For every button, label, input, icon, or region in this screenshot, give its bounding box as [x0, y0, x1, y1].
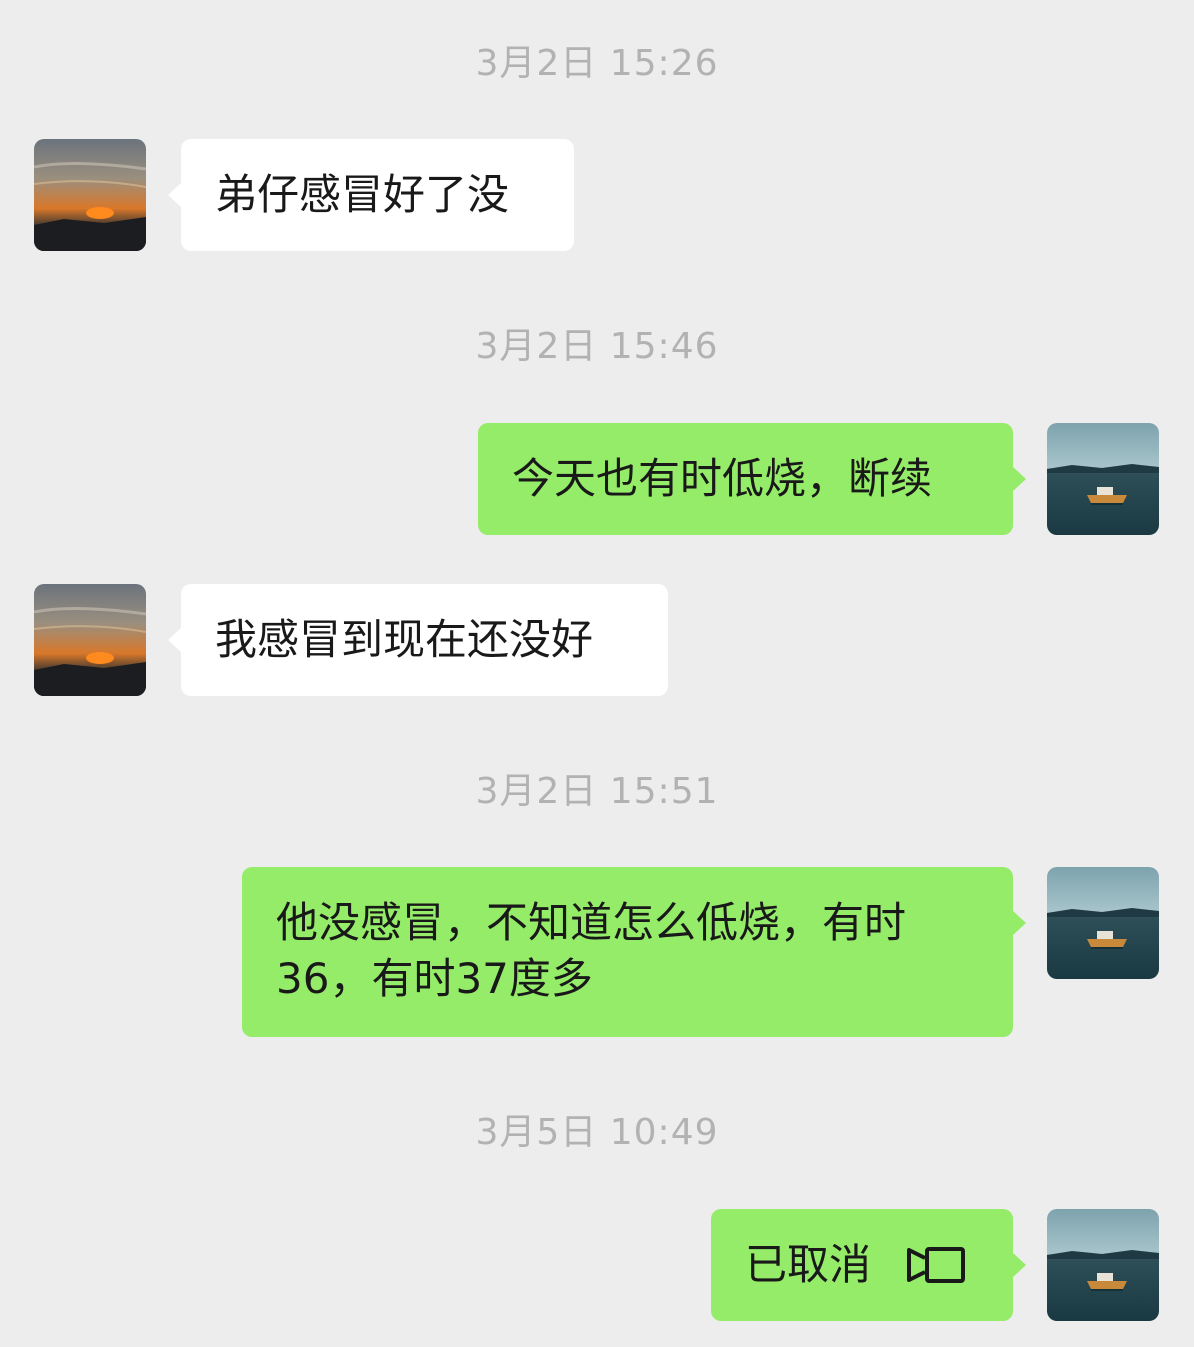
timestamp: 3月2日 15:26	[475, 43, 719, 84]
self-avatar[interactable]	[1047, 867, 1159, 979]
self-avatar[interactable]	[1047, 1209, 1159, 1321]
timestamp: 3月2日 15:51	[475, 771, 719, 812]
boat-on-lake-avatar-icon	[1047, 1209, 1159, 1321]
message-text: 弟仔感冒好了没	[215, 170, 510, 219]
message-bubble-incoming[interactable]: 弟仔感冒好了没	[168, 139, 574, 251]
boat-on-lake-avatar-icon	[1047, 423, 1159, 535]
message-text: 他没感冒，不知道怎么低烧，有时36，有时37度多	[276, 898, 907, 1003]
timestamp: 3月5日 10:49	[475, 1112, 719, 1153]
sunset-avatar-icon	[34, 584, 146, 696]
sunset-avatar-icon	[34, 139, 146, 251]
message-text: 已取消	[745, 1240, 872, 1289]
contact-avatar[interactable]	[34, 139, 146, 251]
message-text: 我感冒到现在还没好	[215, 615, 594, 664]
contact-avatar[interactable]	[34, 584, 146, 696]
boat-on-lake-avatar-icon	[1047, 867, 1159, 979]
video-call-cancelled-bubble[interactable]: 已取消	[711, 1209, 1026, 1321]
timestamp: 3月2日 15:46	[475, 326, 719, 367]
message-bubble-outgoing[interactable]: 今天也有时低烧，断续	[478, 423, 1026, 535]
video-call-icon	[905, 1245, 967, 1285]
message-bubble-outgoing[interactable]: 他没感冒，不知道怎么低烧，有时36，有时37度多	[242, 867, 1026, 1037]
self-avatar[interactable]	[1047, 423, 1159, 535]
message-bubble-incoming[interactable]: 我感冒到现在还没好	[168, 584, 668, 696]
message-text: 今天也有时低烧，断续	[512, 454, 933, 503]
